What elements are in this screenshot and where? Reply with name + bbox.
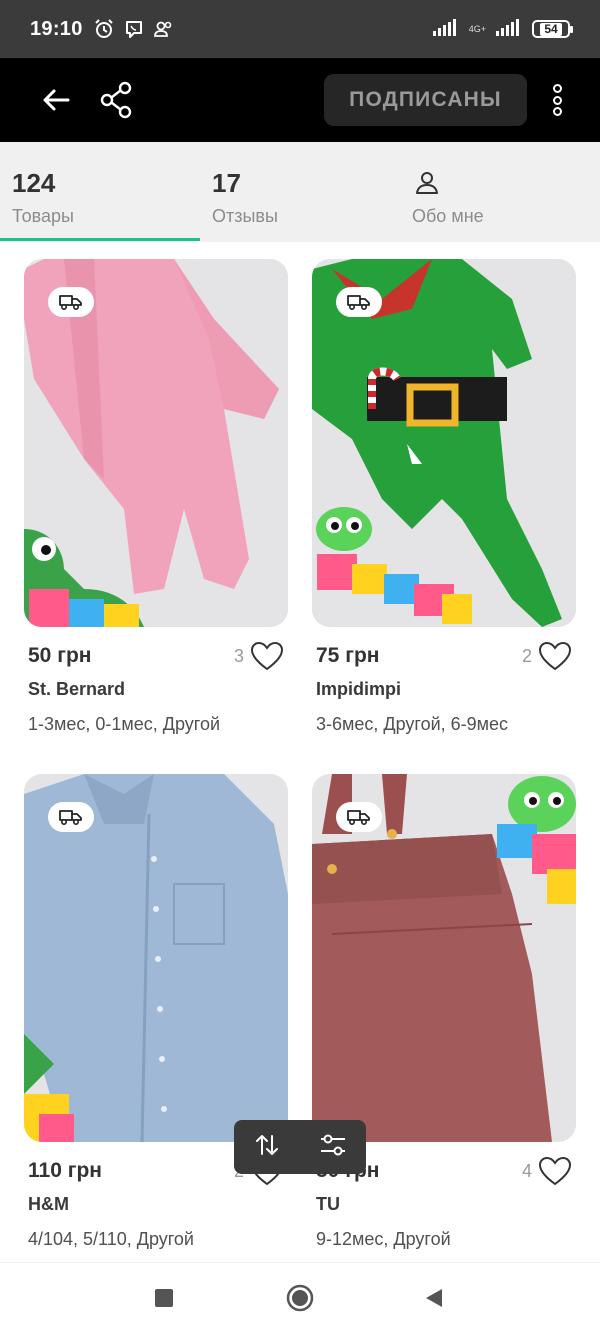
product-brand: TU [316,1194,340,1214]
product-sizes: 1-3мес, 0-1мес, Другой [28,714,221,734]
more-options-icon[interactable] [546,80,568,120]
tab-reviews[interactable]: 17 Отзывы [200,142,400,242]
likes[interactable]: 3 [234,641,288,671]
likes-count: 3 [233,645,244,666]
product-card[interactable]: 75 грн 2 Impidimpi 3-6мес, Другой, 6-9ме… [312,259,576,735]
likes-count: 4 [521,1160,532,1181]
truck-icon [347,295,370,311]
sort-filter-bar [234,1120,366,1174]
product-photo-pink-sleeper[interactable] [24,259,288,627]
app-bar: ПОДПИСАНЫ [0,58,600,142]
active-tab-indicator [0,238,200,241]
tab-about-label: Обо мне [412,206,484,226]
recents-icon[interactable] [154,1288,174,1313]
product-photo-rose-dress[interactable] [312,774,576,1142]
tab-products[interactable]: 124 Товары [0,142,200,242]
truck-icon [347,810,370,826]
signal-icon [432,18,459,41]
product-brand: H&M [28,1194,69,1214]
battery-level: 54 [540,22,562,36]
product-price: 110 грн [28,1159,102,1182]
signal-icon-2 [496,18,522,41]
product-brand: Impidimpi [316,679,401,699]
product-price: 50 грн [28,644,92,667]
profile-tabs: 124 Товары 17 Отзывы Обо мне [0,142,600,242]
alarm-icon [93,18,115,40]
product-sizes: 3-6мес, Другой, 6-9мес [316,714,509,734]
likes[interactable]: 2 [522,641,576,671]
tab-reviews-count: 17 [212,168,241,198]
delivery-badge [336,287,382,317]
viber-icon [123,18,145,40]
tab-about[interactable]: Обо мне [400,142,600,242]
product-sizes: 4/104, 5/110, Другой [28,1229,194,1249]
truck-icon [59,295,82,311]
system-nav-bar [0,1262,600,1332]
contacts-icon [153,18,175,40]
product-brand: St. Bernard [28,679,126,699]
heart-icon [538,641,572,671]
share-icon[interactable] [98,80,134,120]
network-type: 4G+ [468,23,486,34]
heart-icon [250,641,284,671]
tab-reviews-label: Отзывы [212,206,278,226]
product-card[interactable]: 110 грн 2 H&M 4/104, 5/110, Другой [24,774,288,1250]
back-arrow-icon[interactable] [38,82,74,118]
truck-icon [59,810,82,826]
status-time: 19:10 [30,17,83,40]
battery-icon: 54 [532,20,573,38]
tab-products-count: 124 [12,168,56,198]
status-bar: 19:10 4G+ 54 [0,0,600,58]
delivery-badge [48,287,94,317]
delivery-badge [336,802,382,832]
back-icon[interactable] [424,1288,444,1313]
product-card[interactable]: 50 грн 3 St. Bernard 1-3мес, 0-1мес, Дру… [24,259,288,735]
product-sizes: 9-12мес, Другой [316,1229,451,1249]
sort-icon[interactable] [254,1132,280,1163]
tab-products-label: Товары [12,206,74,226]
heart-icon [538,1156,572,1186]
home-icon[interactable] [286,1284,314,1317]
likes-count: 2 [521,645,532,666]
user-icon [414,170,600,201]
product-photo-green-elf[interactable] [312,259,576,627]
subscribed-button[interactable]: ПОДПИСАНЫ [324,74,527,126]
product-card[interactable]: 50 грн 4 TU 9-12мес, Другой [312,774,576,1250]
delivery-badge [48,802,94,832]
product-photo-blue-shirt[interactable] [24,774,288,1142]
filter-icon[interactable] [319,1132,347,1163]
product-price: 75 грн [316,644,380,667]
likes[interactable]: 4 [522,1156,576,1186]
